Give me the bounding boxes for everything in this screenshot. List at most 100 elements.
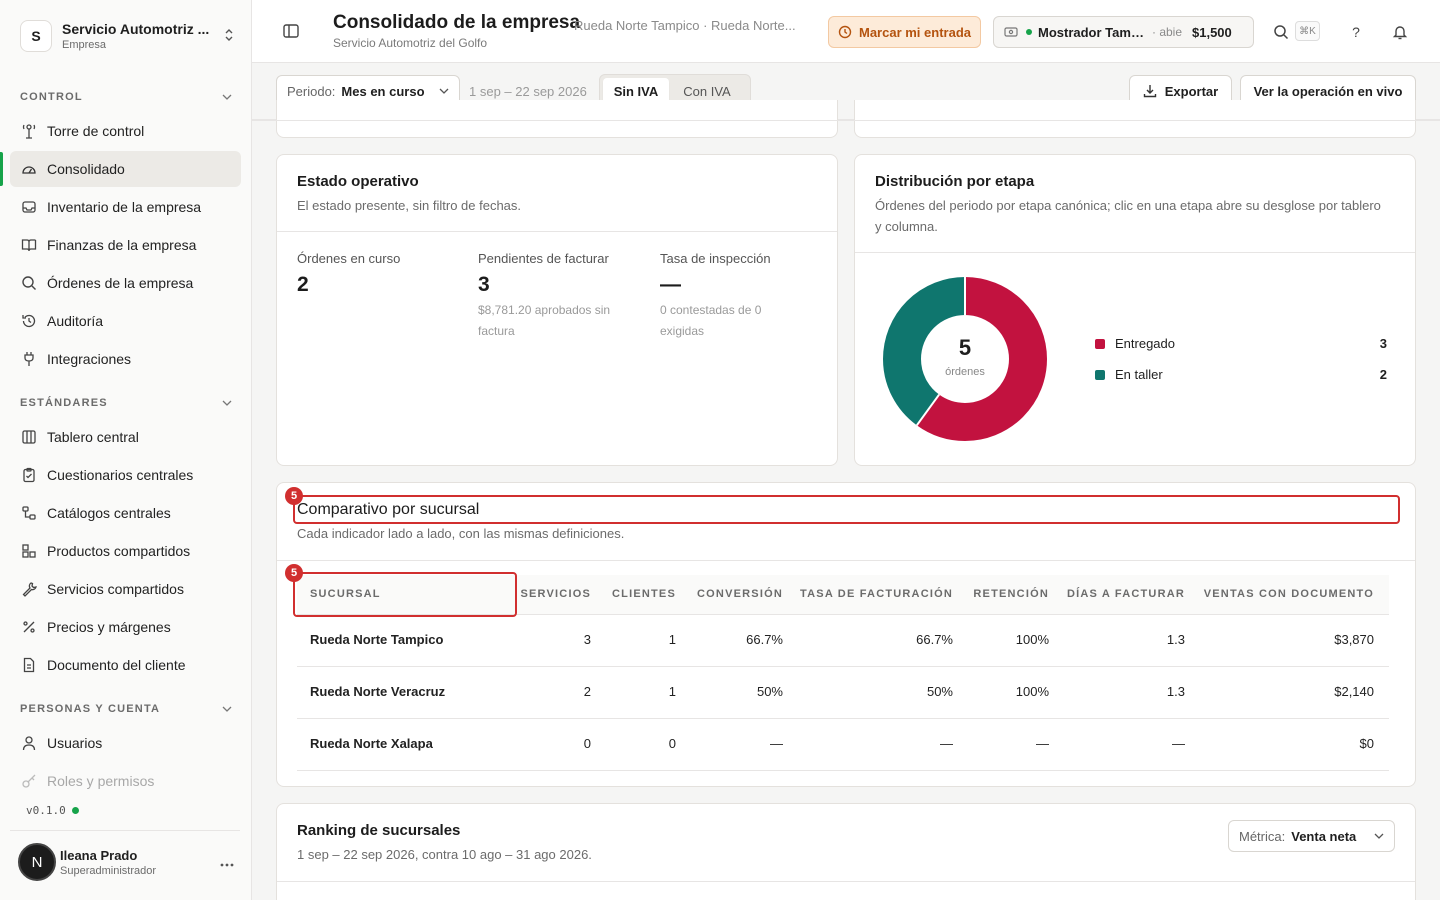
page-subtitle: Servicio Automotriz del Golfo (333, 36, 488, 50)
sidebar-item-integraciones[interactable]: Integraciones (10, 341, 241, 377)
legend-value: 3 (1379, 336, 1387, 351)
period-label: Periodo: (287, 83, 336, 99)
user-menu[interactable]: N Ileana Prado Superadministrador (18, 842, 240, 882)
column-header-dias-facturar[interactable]: DÍAS A FACTURAR (1067, 588, 1185, 600)
more-icon[interactable] (220, 854, 234, 870)
cell-conversion: 50% (756, 684, 783, 699)
cell-dias-facturar: — (1172, 736, 1185, 751)
sidebar-item-servicios[interactable]: Servicios compartidos (10, 571, 241, 607)
cell-clientes: 0 (668, 736, 676, 751)
breadcrumb[interactable]: Rueda Norte Tampico · Rueda Norte... (574, 18, 814, 33)
divider (855, 252, 1415, 253)
kpi-value: — (660, 273, 681, 296)
sidebar-item-consolidado[interactable]: Consolidado (10, 151, 241, 187)
cell-conversion: 66.7% (746, 632, 783, 647)
section-control[interactable]: CONTROL (20, 91, 232, 103)
cell-tasa-facturacion: 66.7% (916, 632, 953, 647)
card-partial-right (854, 100, 1416, 138)
card-description: El estado presente, sin filtro de fechas… (297, 198, 522, 213)
sidebar-item-label: Finanzas de la empresa (47, 237, 197, 253)
column-header-clientes[interactable]: CLIENTES (612, 588, 676, 600)
sidebar-item-auditoria[interactable]: Auditoría (10, 303, 241, 339)
clipboard-icon (20, 467, 37, 484)
column-header-servicios[interactable]: SERVICIOS (520, 588, 591, 600)
mark-entry-label: Marcar mi entrada (859, 24, 971, 40)
divider (297, 770, 1389, 771)
document-icon (20, 657, 37, 674)
sidebar-item-productos[interactable]: Productos compartidos (10, 533, 241, 569)
chevron-down-icon (222, 703, 232, 715)
search-icon[interactable] (1271, 22, 1291, 42)
cell-servicios: 3 (583, 632, 591, 647)
cell-retencion: 100% (1015, 684, 1049, 699)
metric-select[interactable]: Métrica: Venta neta (1228, 820, 1395, 852)
date-range: 1 sep – 22 sep 2026 (469, 84, 587, 99)
divider (10, 830, 240, 831)
sidebar-item-label: Precios y márgenes (47, 619, 171, 635)
cell-ventas-documento: $2,140 (1334, 684, 1374, 699)
sidebar-item-precios[interactable]: Precios y márgenes (10, 609, 241, 645)
active-indicator (0, 152, 3, 186)
sidebar-item-label: Integraciones (47, 351, 132, 367)
legend-value: 2 (1379, 367, 1387, 382)
sidebar-item-label: Consolidado (47, 161, 125, 177)
section-personas[interactable]: PERSONAS Y CUENTA (20, 703, 232, 715)
org-name: Servicio Automotriz ... (62, 21, 210, 37)
sidebar-item-ordenes[interactable]: Órdenes de la empresa (10, 265, 241, 301)
sidebar-item-finanzas[interactable]: Finanzas de la empresa (10, 227, 241, 263)
chevron-updown-icon (222, 28, 236, 45)
metric-label: Métrica: (1239, 828, 1286, 844)
chevron-down-icon (222, 397, 232, 409)
donut-total: 5 (958, 335, 972, 360)
sidebar-item-catalogos[interactable]: Catálogos centrales (10, 495, 241, 531)
chevron-down-icon (222, 91, 232, 103)
sidebar-item-torre-de-control[interactable]: Torre de control (10, 113, 241, 149)
cell-clientes: 1 (668, 632, 676, 647)
sidebar-item-cuestionarios[interactable]: Cuestionarios centrales (10, 457, 241, 493)
card-partial-left (276, 100, 838, 138)
user-icon (20, 735, 37, 752)
org-avatar: S (20, 20, 52, 52)
sidebar-item-roles[interactable]: Roles y permisos (10, 763, 241, 799)
app-version: v0.1.0 (26, 804, 79, 817)
cash-register-selector[interactable]: Mostrador Tampi... · abie $1,500 (993, 16, 1254, 48)
sidebar-item-documento[interactable]: Documento del cliente (10, 647, 241, 683)
card-title: Ranking de sucursales (297, 822, 461, 839)
sidebar-item-label: Inventario de la empresa (47, 199, 202, 215)
cell-tasa-facturacion: — (940, 736, 953, 751)
sidebar-item-label: Tablero central (47, 429, 139, 445)
top-header: Consolidado de la empresa Servicio Autom… (252, 0, 1440, 63)
cash-icon (1004, 25, 1018, 40)
legend-label: Entregado (1115, 336, 1175, 351)
kpi-note: $8,781.20 aprobados sin factura (478, 303, 611, 338)
cell-servicios: 0 (583, 736, 591, 751)
inbox-icon (20, 199, 37, 216)
help-icon[interactable]: ? (1346, 22, 1366, 42)
donut-total-label: órdenes (945, 366, 985, 378)
column-header-tasa-facturacion[interactable]: TASA DE FACTURACIÓN (800, 588, 953, 600)
sidebar-item-label: Productos compartidos (47, 543, 191, 559)
clock-icon (838, 25, 852, 39)
divider (297, 666, 1389, 667)
column-header-retencion[interactable]: RETENCIÓN (973, 588, 1049, 600)
sidebar-item-inventario[interactable]: Inventario de la empresa (10, 189, 241, 225)
card-title: Estado operativo (297, 173, 419, 190)
sidebar-item-usuarios[interactable]: Usuarios (10, 725, 241, 761)
sidebar-toggle-icon[interactable] (282, 22, 300, 40)
mark-entry-button[interactable]: Marcar mi entrada (828, 16, 981, 48)
kpi-label: Órdenes en curso (297, 251, 401, 266)
legend-item-en-taller[interactable]: En taller 2 (1095, 367, 1387, 382)
org-switcher[interactable]: S Servicio Automotriz ... Empresa (20, 18, 236, 54)
section-title: CONTROL (20, 91, 83, 103)
bell-icon[interactable] (1390, 22, 1410, 42)
history-icon (20, 313, 37, 330)
section-estandares[interactable]: ESTÁNDARES (20, 397, 232, 409)
sidebar-item-tablero-central[interactable]: Tablero central (10, 419, 241, 455)
column-header-conversion[interactable]: CONVERSIÓN (697, 588, 783, 600)
register-name: Mostrador Tampi... (1038, 24, 1146, 40)
network-icon (20, 505, 37, 522)
legend-item-entregado[interactable]: Entregado 3 (1095, 336, 1387, 351)
boxes-icon (20, 543, 37, 560)
user-name: Ileana Prado (60, 847, 138, 863)
column-header-ventas-documento[interactable]: VENTAS CON DOCUMENTO (1204, 588, 1374, 600)
